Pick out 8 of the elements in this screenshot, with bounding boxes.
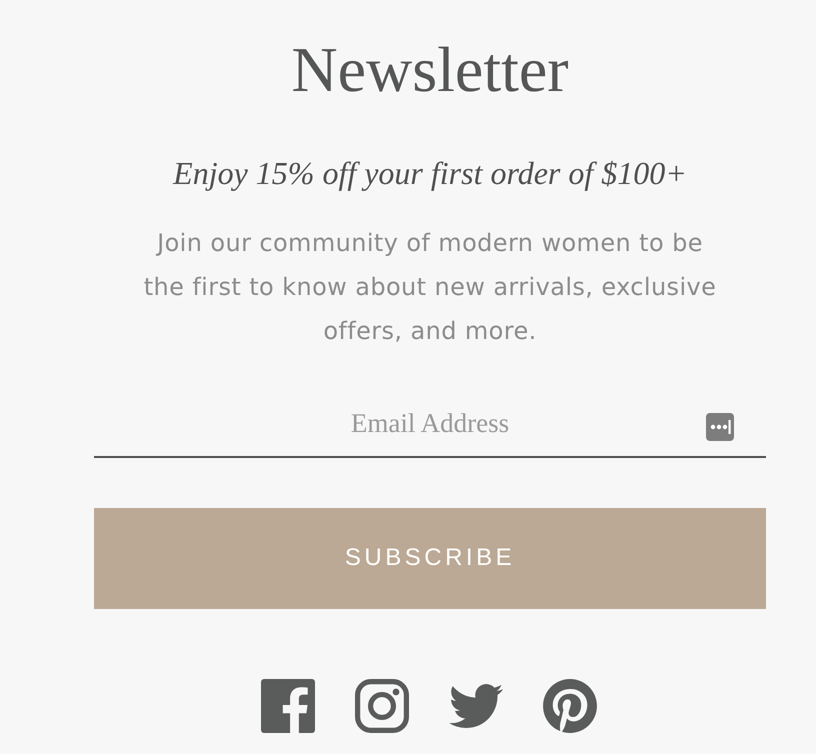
subscribe-button[interactable]: SUBSCRIBE bbox=[94, 508, 766, 609]
pinterest-icon[interactable] bbox=[543, 678, 597, 733]
description-text: Join our community of modern women to be the first to know about new arrivals, exclusive offers, and more. bbox=[142, 228, 718, 348]
password-manager-icon[interactable] bbox=[706, 413, 734, 442]
instagram-icon[interactable] bbox=[355, 678, 409, 733]
offer-text: Enjoy 15% off your first order of $100+ bbox=[172, 154, 688, 192]
facebook-icon[interactable] bbox=[261, 678, 315, 733]
newsletter-heading: Newsletter bbox=[290, 33, 570, 107]
